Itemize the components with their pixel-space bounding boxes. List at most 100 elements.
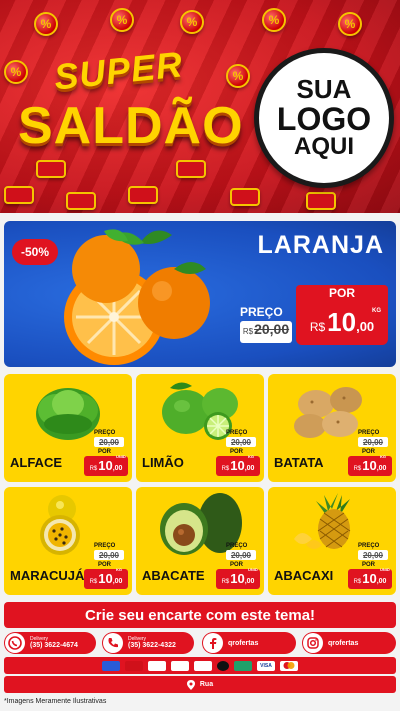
contact-value: (35) 3622-4674 [30,642,78,649]
brand-saldao-text: SALDÃO [18,97,244,155]
address-text: Rua [199,681,214,688]
new-price-label: POR [362,562,376,568]
product-card-abacaxi: ABACAXI PREÇO 20,00 POR R$ 10 ,00 UNID [268,487,396,595]
old-price: 20,00 [226,550,256,560]
gift-box-icon [66,192,96,210]
logo-line: SUA [296,74,352,105]
contact-phone[interactable]: Delivery (35) 3622-4322 [102,632,194,654]
payment-card-icon [125,660,143,671]
gift-box-icon [4,186,34,204]
contact-value: qrofertas [328,639,359,647]
product-card-alface: ALFACE PREÇO 20,00 POR R$ 10 ,00 UNID [4,374,132,482]
contact-whatsapp[interactable]: Delivery (35) 3622-4674 [4,632,96,654]
pix-icon [234,660,252,671]
price-currency: R$ [89,579,98,585]
product-name: ALFACE [10,455,62,470]
new-price-label: POR [230,449,244,455]
old-price: R$ 20,00 [240,321,292,343]
new-price-label: POR [296,285,388,301]
new-price: R$ 10 ,00 [84,569,128,589]
contact-facebook[interactable]: qrofertas [202,632,296,654]
facebook-icon [203,633,223,653]
old-price: 20,00 [358,437,388,447]
old-price: 20,00 [226,437,256,447]
old-price-label: PREÇO [94,430,116,436]
super-saldao-logo: SUPER SALDÃO [16,43,256,170]
contact-value: (35) 3622-4322 [128,642,176,649]
logo-line: AQUI [294,133,354,161]
old-price-label: PREÇO [358,543,380,549]
price-unit: UNID [116,454,126,459]
price-decimal: ,00 [376,465,387,472]
discount-badge: -50% [12,239,58,265]
payment-card-icon [194,660,212,671]
price-currency: R$ [221,466,230,472]
payment-card-icon [148,660,166,671]
new-price: R$ 10 ,00 [84,456,128,476]
gift-box-icon [306,192,336,210]
new-price: R$ 10 ,00 [216,456,260,476]
old-price-label: PREÇO [358,430,380,436]
price-currency: R$ [309,320,326,334]
price-currency: R$ [89,466,98,472]
old-price: 20,00 [358,550,388,560]
featured-product-name: LARANJA [257,231,384,259]
percent-coin-icon: % [110,8,134,32]
whatsapp-icon [5,633,25,653]
new-price: R$ 10 ,00 [348,456,392,476]
brand-super-text: SUPER [52,43,185,98]
product-card-batata: BATATA PREÇO 20,00 POR R$ 10 ,00 KG [268,374,396,482]
price-decimal: ,00 [244,465,255,472]
price-decimal: ,00 [356,319,375,334]
product-card-maracuja: MARACUJÁ PREÇO 20,00 POR R$ 10 ,00 KG [4,487,132,595]
header-banner: % % % % % % % SUPER SALDÃO SUA LOGO AQUI [0,0,400,213]
mastercard-icon [280,660,298,671]
new-price: R$ 10 ,00 [348,569,392,589]
price-unit: KG [372,308,381,314]
old-price-label: PREÇO [94,543,116,549]
price-integer: 10 [327,307,357,337]
percent-coin-icon: % [338,12,362,36]
percent-coin-icon: % [34,12,58,36]
price-integer: 10 [362,571,377,586]
gift-box-icon [128,186,158,204]
new-price-label: POR [98,449,112,455]
product-card-abacate: ABACATE PREÇO 20,00 POR R$ 10 ,00 UNID [136,487,264,595]
product-name: LIMÃO [142,455,184,470]
product-name: ABACAXI [274,568,334,583]
price-integer: 10 [98,458,113,473]
store-logo-placeholder: SUA LOGO AQUI [254,48,394,188]
price-decimal: ,00 [376,578,387,585]
old-price-currency: R$ [242,327,254,336]
phone-icon [103,633,123,653]
product-name: MARACUJÁ [10,568,85,583]
new-price-label: POR [98,562,112,568]
create-flyer-banner[interactable]: Crie seu encarte com este tema! [4,602,396,628]
address-bar: Rua [4,676,396,693]
price-unit: UNID [248,567,258,572]
disclaimer-text: *Imagens Meramente Ilustrativas [4,698,107,705]
price-decimal: ,00 [112,578,123,585]
contact-instagram[interactable]: qrofertas [302,632,396,654]
featured-product-card: -50% LARANJA PREÇO R$ 20,00 POR R$ 10 ,0… [4,221,396,367]
instagram-icon [303,633,323,653]
old-price: 20,00 [94,550,124,560]
price-unit: KG [380,454,386,459]
price-currency: R$ [353,466,362,472]
price-integer: 10 [362,458,377,473]
price-unit: KG [116,567,122,572]
old-price-label: PREÇO [226,543,248,549]
old-price-label: PREÇO [240,305,283,319]
payment-card-icon [102,660,120,671]
visa-icon: VISA [257,660,275,671]
location-pin-icon [186,679,195,690]
old-price-label: PREÇO [226,430,248,436]
old-price-value: 20,00 [254,321,290,337]
product-name: ABACATE [142,568,205,583]
price-integer: 10 [230,571,245,586]
product-name: BATATA [274,455,324,470]
payment-methods-bar: VISA [4,657,396,674]
new-price-label: POR [230,562,244,568]
price-integer: 10 [230,458,245,473]
new-price-label: POR [362,449,376,455]
